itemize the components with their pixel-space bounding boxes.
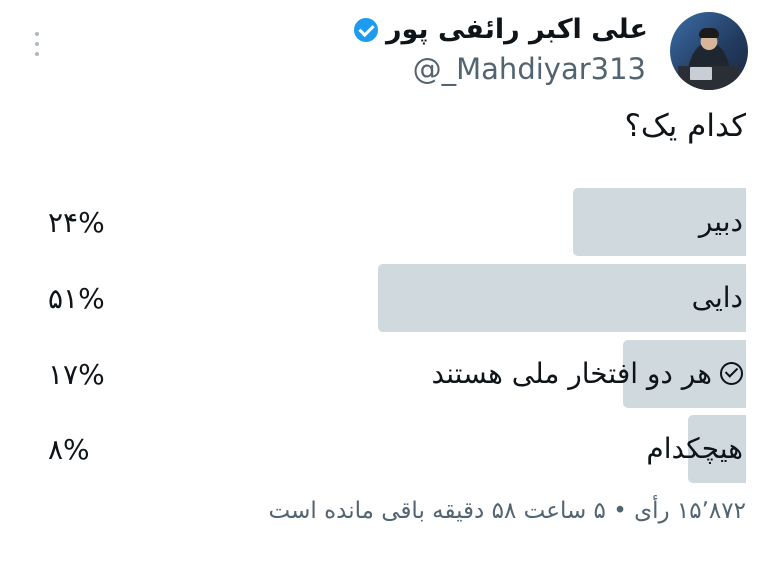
poll-option-label-wrap: هیچکدام [646, 432, 743, 465]
poll-option: هیچکدام ۸% [0, 415, 768, 483]
poll-option-label-wrap: دبیر [699, 205, 743, 238]
poll-option: دایی ۵۱% [0, 264, 768, 332]
poll-option-label-wrap: هر دو افتخار ملی هستند [431, 357, 743, 390]
avatar[interactable] [670, 12, 748, 90]
author-name[interactable]: علی اکبر رائفی پور [386, 14, 648, 45]
poll-option-selected: هر دو افتخار ملی هستند ۱۷% [0, 340, 768, 408]
poll-question: کدام یک؟ [624, 108, 746, 144]
check-circle-icon [720, 362, 743, 385]
poll-option-label-wrap: دایی [692, 281, 743, 314]
poll-option-label: هر دو افتخار ملی هستند [431, 357, 713, 390]
more-options-icon[interactable] [33, 32, 41, 58]
poll-option-percent: ۸% [48, 433, 90, 466]
poll-option-percent: ۱۷% [48, 358, 105, 391]
poll-option-label: هیچکدام [646, 432, 743, 465]
verified-badge-icon [353, 17, 378, 42]
author-name-row[interactable]: علی اکبر رائفی پور [353, 14, 648, 45]
author-handle[interactable]: @_Mahdiyar313 [413, 52, 646, 86]
poll-footer: ۱۵٬۸۷۲ رأی • ۵ ساعت ۵۸ دقیقه باقی مانده … [268, 498, 746, 524]
poll-option-label: دایی [691, 281, 743, 314]
poll-option-percent: ۲۴% [48, 206, 105, 239]
poll-option-percent: ۵۱% [48, 282, 105, 315]
poll-option: دبیر ۲۴% [0, 188, 768, 256]
poll-option-label: دبیر [698, 205, 743, 238]
